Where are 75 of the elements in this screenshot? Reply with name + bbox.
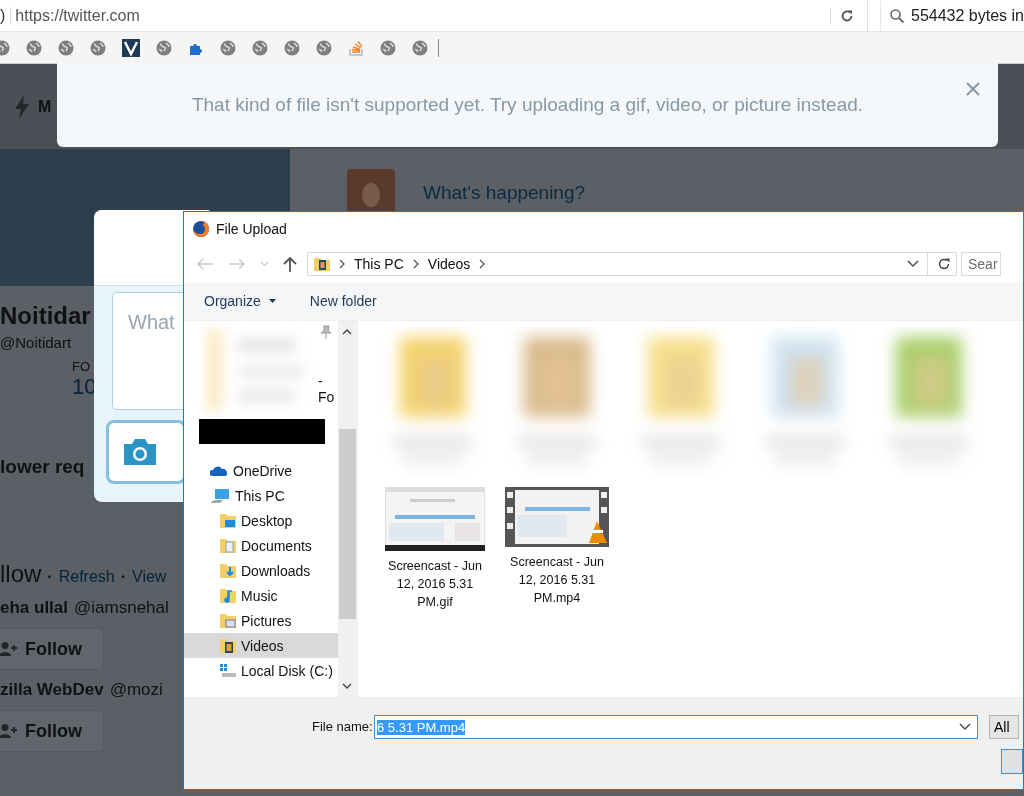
nav-item[interactable]: Documents [184,533,338,558]
profile-handle: @Noitidart [0,334,73,351]
globe-icon[interactable] [220,39,236,56]
photo-button[interactable] [106,420,186,484]
separator-dot: · [47,568,53,586]
globe-icon[interactable] [284,39,300,56]
file-item[interactable]: Screencast - Jun 12, 2016 5.31 PM.mp4 [500,483,614,611]
lightning-icon [14,94,30,119]
pin-icon[interactable] [319,325,332,339]
section-title: llow [0,560,42,588]
globe-icon[interactable] [412,39,428,56]
drive-icon [220,663,236,678]
caret-icon [268,299,276,303]
add-user-icon [0,641,19,657]
scroll-down-icon[interactable] [342,683,352,689]
breadcrumb[interactable]: This PC [354,256,404,272]
music-folder-icon [220,587,236,604]
camera-icon [122,438,158,466]
nav-item[interactable]: Pictures [184,608,338,633]
video-folder-icon [220,637,236,654]
globe-icon[interactable] [252,39,268,56]
globe-icon[interactable] [58,39,74,56]
user-handle: @iamsnehal [74,598,169,618]
search-field[interactable]: Sear [961,252,1001,276]
toolbar-button[interactable]: New folder [299,289,387,313]
chevron-right-icon [411,259,420,269]
nav-item[interactable]: -Fo [317,373,338,405]
up-arrow-icon[interactable] [283,256,297,272]
globe-icon[interactable] [156,39,172,56]
nav-item[interactable]: Music [184,583,338,608]
search-icon [889,7,905,24]
field-label: File name: [312,718,374,736]
chevron-down-icon[interactable] [959,723,971,731]
nav-item[interactable]: OneDrive [184,458,338,483]
scrollbar[interactable] [338,321,356,697]
toolbar-button[interactable]: Organize [194,289,286,313]
globe-icon[interactable] [316,39,332,56]
open-button[interactable] [1001,749,1023,774]
nav-item[interactable]: Videos [184,633,338,658]
v-logo-icon[interactable] [122,38,140,57]
chevron-right-icon[interactable] [478,259,487,269]
desktop-folder-icon [220,512,236,529]
computer-icon [210,487,230,504]
nav-item[interactable]: This PC [184,483,338,508]
document-folder-icon [220,537,236,554]
address-bar[interactable]: This PC Videos [307,252,957,276]
file-type-dropdown[interactable]: All [989,715,1019,739]
firefox-icon [192,220,210,238]
picture-folder-icon [220,612,236,629]
add-user-icon [0,723,19,739]
window-title: File Upload [216,221,287,237]
download-folder-icon [220,562,236,579]
close-icon[interactable] [966,82,980,96]
notification-message: That kind of file isn't supported yet. Try uploading a gif, video, or picture instead. [191,94,864,116]
chevron-down-icon[interactable] [907,260,919,268]
chevron-right-icon [338,259,346,269]
stat-label: FO [72,359,92,374]
breadcrumb[interactable]: Videos [427,256,471,272]
file-item[interactable]: Screencast - Jun 12, 2016 5.31 PM.gif [378,483,492,611]
nav-item[interactable]: Desktop [184,508,338,533]
nav-item[interactable]: Local Disk (C:) [184,658,338,683]
user-handle: @mozi [109,680,163,700]
stack-icon[interactable] [348,39,364,56]
refresh-icon[interactable] [936,256,952,272]
nav-item[interactable]: Downloads [184,558,338,583]
cloud-icon [210,464,228,477]
video-folder-icon [314,256,330,272]
reload-icon[interactable] [830,7,855,24]
scroll-up-icon[interactable] [342,329,352,335]
globe-icon[interactable] [26,39,42,56]
search-field[interactable]: 554432 bytes in [880,0,1024,31]
separator-dot: · [120,568,127,586]
globe-icon[interactable] [380,39,396,56]
address-field[interactable]: ) https://twitter.com [0,0,868,31]
globe-icon[interactable] [90,39,106,56]
